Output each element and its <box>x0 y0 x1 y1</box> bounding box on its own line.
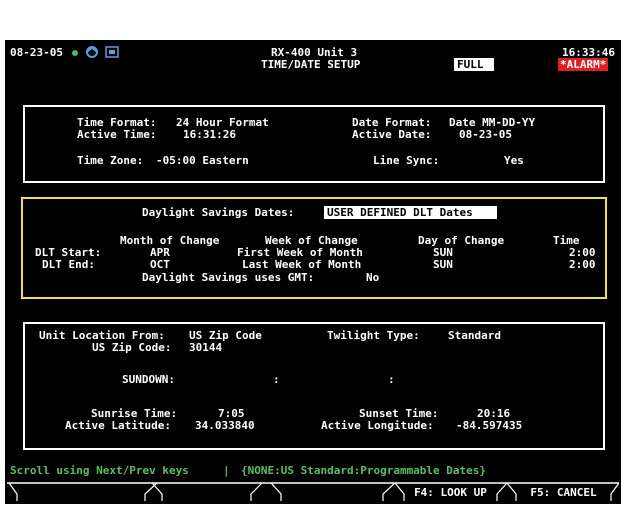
line-sync-value[interactable]: Yes <box>504 155 524 167</box>
active-time-value[interactable]: 16:31:26 <box>183 129 236 141</box>
sundown-separator: : <box>273 373 280 386</box>
column-day-of-change: Day of Change <box>418 234 505 247</box>
page-title: TIME/DATE SETUP <box>261 58 361 71</box>
active-latitude-label: Active Latitude: <box>65 419 171 432</box>
dst-dates-label: Daylight Savings Dates: <box>142 206 295 219</box>
card-icon <box>105 46 119 58</box>
function-key-f5-cancel[interactable]: F5: CANCEL <box>516 482 611 502</box>
daylight-savings-panel: Daylight Savings Dates: USER DEFINED DLT… <box>21 197 607 299</box>
dlt-end-time[interactable]: 2:00 <box>569 259 596 271</box>
twilight-type-label: Twilight Type: <box>327 329 420 342</box>
dst-dates-field[interactable]: USER DEFINED DLT Dates <box>324 206 497 219</box>
controller-screen: 08-23-05 RX-400 Unit 3 TIME/DATE SETUP F… <box>5 40 621 504</box>
dlt-end-month[interactable]: OCT <box>150 259 170 271</box>
dlt-end-week[interactable]: Last Week of Month <box>242 259 361 271</box>
dlt-end-label: DLT End: <box>42 258 95 271</box>
function-key-f4-look-up[interactable]: F4: LOOK UP <box>404 482 497 502</box>
active-latitude-value: 34.033840 <box>195 419 255 432</box>
function-key-bar: F4: LOOK UP F5: CANCEL <box>7 482 619 502</box>
active-date-value[interactable]: 08-23-05 <box>459 129 512 141</box>
alarm-indicator[interactable]: *ALARM* <box>558 58 609 71</box>
function-key-f1[interactable] <box>17 482 145 502</box>
time-date-panel: Time Format: 24 Hour Format Active Time:… <box>23 105 605 183</box>
status-dot-icon <box>72 50 78 56</box>
dst-gmt-value[interactable]: No <box>366 272 379 284</box>
mode-badge: FULL <box>454 58 494 71</box>
time-zone-value[interactable]: -05:00 Eastern <box>156 155 249 167</box>
twilight-type-value[interactable]: Standard <box>448 330 501 342</box>
active-longitude-label: Active Longitude: <box>321 419 434 432</box>
header-date: 08-23-05 <box>10 46 63 59</box>
line-sync-label: Line Sync: <box>373 154 440 167</box>
active-date-label: Active Date: <box>352 128 432 141</box>
sundown-separator: : <box>388 373 395 386</box>
dst-gmt-label: Daylight Savings uses GMT: <box>142 271 315 284</box>
location-panel: Unit Location From: US Zip Code Twilight… <box>23 322 605 450</box>
network-icon <box>86 46 98 58</box>
dlt-end-day[interactable]: SUN <box>433 259 453 271</box>
function-key-f2[interactable] <box>162 482 251 502</box>
active-time-label: Active Time: <box>77 128 157 141</box>
function-key-f3[interactable] <box>281 482 383 502</box>
zip-code-value[interactable]: 30144 <box>189 342 222 354</box>
time-zone-label: Time Zone: <box>77 154 144 167</box>
status-separator: | <box>223 464 230 477</box>
status-options: {NONE:US Standard:Programmable Dates} <box>241 464 487 477</box>
status-hint: Scroll using Next/Prev keys <box>10 464 189 477</box>
active-longitude-value: -84.597435 <box>456 419 523 432</box>
sundown-label: SUNDOWN: <box>122 373 175 386</box>
zip-code-label: US Zip Code: <box>92 341 172 354</box>
